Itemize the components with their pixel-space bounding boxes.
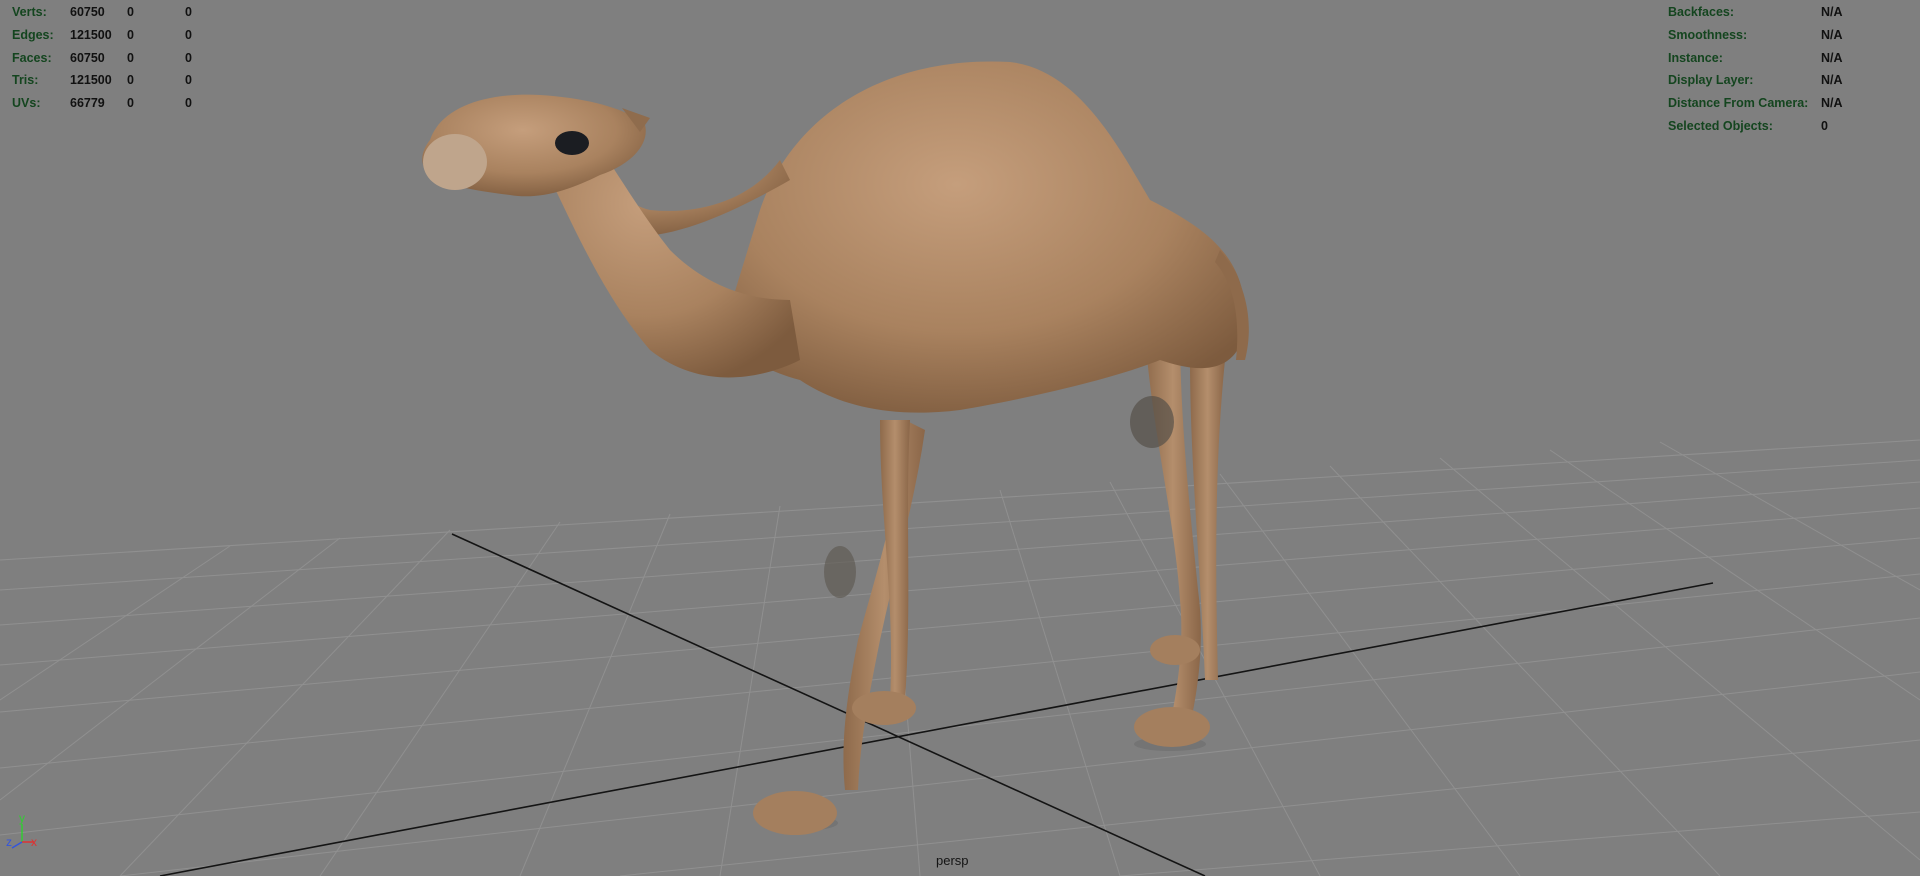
hud-row-faces: Faces: 60750 0 0 (12, 47, 215, 70)
hud-row-edges: Edges: 121500 0 0 (12, 24, 215, 47)
hud-row-backfaces: Backfaces: N/A (1668, 1, 1843, 24)
hud-row-tris: Tris: 121500 0 0 (12, 69, 215, 92)
axis-orientation-gizmo: y z x (6, 812, 37, 849)
verts-selected: 0 (127, 5, 134, 19)
world-axis-lines (159, 533, 1714, 876)
3d-viewport[interactable]: Verts: 60750 0 0 Edges: 121500 0 0 Faces… (0, 0, 1920, 876)
hud-row-selected-objects: Selected Objects: 0 (1668, 115, 1843, 138)
axis-z-label: z (6, 835, 12, 849)
hud-row-uvs: UVs: 66779 0 0 (12, 92, 215, 115)
instance-label: Instance: (1668, 50, 1723, 65)
axis-y-label: y (19, 812, 25, 825)
uvs-label: UVs: (12, 96, 41, 111)
camel-model[interactable] (422, 61, 1249, 835)
tris-selected: 0 (127, 73, 134, 88)
faces-label: Faces: (12, 50, 52, 65)
tris-value: 121500 (70, 73, 112, 88)
uvs-extra: 0 (185, 96, 192, 111)
backfaces-value: N/A (1821, 5, 1843, 19)
smoothness-label: Smoothness: (1668, 27, 1748, 42)
selected-objects-label: Selected Objects: (1668, 118, 1773, 133)
display-layer-label: Display Layer: (1668, 73, 1754, 88)
distance-from-camera-value: N/A (1821, 96, 1843, 111)
hud-row-distance-from-camera: Distance From Camera: N/A (1668, 92, 1843, 115)
backfaces-label: Backfaces: (1668, 5, 1735, 19)
hud-row-display-layer: Display Layer: N/A (1668, 69, 1843, 92)
faces-selected: 0 (127, 50, 134, 65)
viewport-scene[interactable] (0, 0, 1920, 876)
tris-label: Tris: (12, 73, 39, 88)
smoothness-value: N/A (1821, 27, 1843, 42)
faces-value: 60750 (70, 50, 105, 65)
instance-value: N/A (1821, 50, 1843, 65)
uvs-value: 66779 (70, 96, 105, 111)
verts-label: Verts: (12, 5, 47, 19)
hud-row-verts: Verts: 60750 0 0 (12, 1, 215, 24)
edges-extra: 0 (185, 27, 192, 42)
distance-from-camera-label: Distance From Camera: (1668, 96, 1809, 111)
object-details-hud: Backfaces: N/A Smoothness: N/A Instance:… (1668, 1, 1843, 138)
edges-value: 121500 (70, 27, 112, 42)
verts-value: 60750 (70, 5, 105, 19)
selected-objects-value: 0 (1821, 118, 1828, 133)
tris-extra: 0 (185, 73, 192, 88)
edges-selected: 0 (127, 27, 134, 42)
display-layer-value: N/A (1821, 73, 1843, 88)
hud-row-smoothness: Smoothness: N/A (1668, 24, 1843, 47)
hud-row-instance: Instance: N/A (1668, 47, 1843, 70)
axis-x-label: x (31, 835, 37, 849)
uvs-selected: 0 (127, 96, 134, 111)
poly-count-hud: Verts: 60750 0 0 Edges: 121500 0 0 Faces… (12, 1, 215, 115)
faces-extra: 0 (185, 50, 192, 65)
verts-extra: 0 (185, 5, 192, 19)
camera-name-label: persp (936, 853, 969, 868)
edges-label: Edges: (12, 27, 54, 42)
ground-grid (0, 439, 1920, 876)
